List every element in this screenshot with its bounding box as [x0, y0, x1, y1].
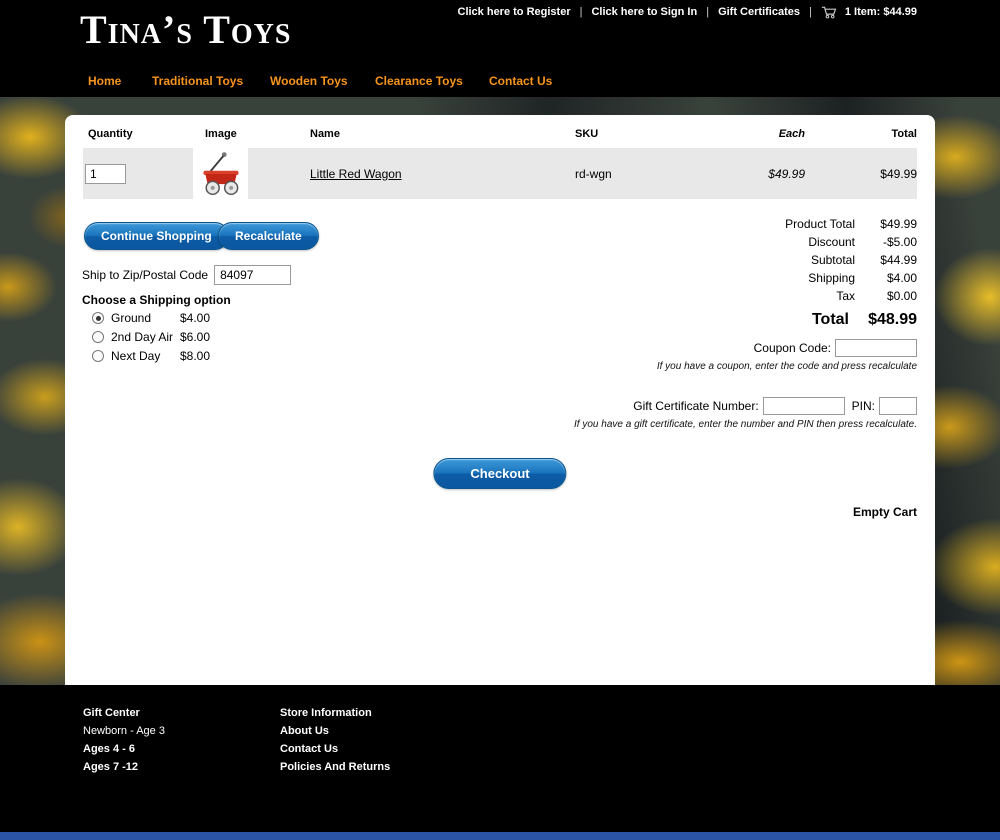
gift-certificate-note: If you have a gift certificate, enter th…	[574, 419, 917, 430]
order-totals: Product Total$49.99 Discount-$5.00 Subto…	[707, 215, 917, 331]
product-name-link[interactable]: Little Red Wagon	[310, 167, 402, 181]
store-logo[interactable]: Tina’s Toys	[80, 10, 291, 50]
red-wagon-image	[195, 150, 247, 198]
separator: |	[706, 6, 709, 18]
cart-table-header: Quantity Image Name SKU Each Total	[83, 128, 917, 146]
shipping-option-2nd-day-air: 2nd Day Air $6.00	[92, 330, 173, 344]
cart-panel: Quantity Image Name SKU Each Total	[65, 115, 935, 685]
gift-certificate-input[interactable]	[763, 397, 845, 415]
shipping-option-label: 2nd Day Air	[111, 330, 173, 344]
grand-total-label: Total	[812, 311, 849, 329]
recalculate-button[interactable]: Recalculate	[218, 222, 319, 250]
col-header-sku: SKU	[575, 128, 598, 140]
checkout-button[interactable]: Checkout	[433, 458, 566, 489]
site-footer: Gift Center Newborn - Age 3 Ages 4 - 6 A…	[0, 685, 1000, 832]
total-row-value: $49.99	[855, 217, 917, 231]
footer-gift-center-column: Gift Center Newborn - Age 3 Ages 4 - 6 A…	[83, 707, 165, 779]
cart-table: Quantity Image Name SKU Each Total	[83, 128, 917, 199]
footer-link-policies-returns[interactable]: Policies And Returns	[280, 761, 390, 779]
quantity-input[interactable]	[85, 164, 126, 184]
total-row-label: Tax	[836, 289, 855, 303]
grand-total-value: $48.99	[849, 311, 917, 329]
shipping-options-title: Choose a Shipping option	[82, 293, 231, 307]
shipping-option-price: $4.00	[180, 311, 210, 325]
utility-links: Click here to Register | Click here to S…	[458, 5, 918, 19]
product-each-price: $49.99	[768, 148, 805, 199]
pin-label: PIN:	[852, 399, 875, 413]
footer-column-title: Gift Center	[83, 707, 165, 725]
product-thumbnail[interactable]	[193, 148, 248, 199]
footer-link-ages-7-12[interactable]: Ages 7 -12	[83, 761, 165, 779]
coupon-input[interactable]	[835, 339, 917, 357]
shipping-option-price: $8.00	[180, 349, 210, 363]
shipping-option-label: Next Day	[111, 349, 160, 363]
product-sku: rd-wgn	[575, 148, 612, 199]
col-header-image: Image	[205, 128, 237, 140]
cart-icon	[821, 5, 838, 19]
total-row-value: $44.99	[855, 253, 917, 267]
shipping-option-ground: Ground $4.00	[92, 311, 151, 325]
shipping-option-price: $6.00	[180, 330, 210, 344]
total-row-label: Discount	[808, 235, 855, 249]
total-row-label: Product Total	[785, 217, 855, 231]
shipping-radio-2nd-day-air[interactable]	[92, 331, 104, 343]
footer-link-contact-us[interactable]: Contact Us	[280, 743, 390, 761]
separator: |	[809, 6, 812, 18]
shipping-option-next-day: Next Day $8.00	[92, 349, 160, 363]
cart-summary-text: 1 Item: $44.99	[845, 6, 917, 18]
col-header-each: Each	[779, 128, 805, 140]
pin-input[interactable]	[879, 397, 917, 415]
product-total-price: $49.99	[880, 148, 917, 199]
total-row-value: $0.00	[855, 289, 917, 303]
nav-clearance-toys[interactable]: Clearance Toys	[375, 74, 489, 88]
gift-certificates-link[interactable]: Gift Certificates	[718, 6, 800, 18]
shipping-radio-ground[interactable]	[92, 312, 104, 324]
total-row-value: $4.00	[855, 271, 917, 285]
cart-summary[interactable]: 1 Item: $44.99	[821, 5, 917, 19]
coupon-note: If you have a coupon, enter the code and…	[657, 361, 917, 372]
continue-shopping-button[interactable]: Continue Shopping	[84, 222, 229, 250]
col-header-total: Total	[892, 128, 917, 140]
nav-traditional-toys[interactable]: Traditional Toys	[152, 74, 270, 88]
sign-in-link[interactable]: Click here to Sign In	[591, 6, 697, 18]
col-header-name: Name	[310, 128, 340, 140]
footer-link-about-us[interactable]: About Us	[280, 725, 390, 743]
total-row-value: -$5.00	[855, 235, 917, 249]
footer-store-info-column: Store Information About Us Contact Us Po…	[280, 707, 390, 779]
register-link[interactable]: Click here to Register	[458, 6, 571, 18]
nav-contact-us[interactable]: Contact Us	[489, 74, 552, 88]
bottom-accent-bar	[0, 832, 1000, 840]
col-header-quantity: Quantity	[88, 128, 133, 140]
footer-link-ages-4-6[interactable]: Ages 4 - 6	[83, 743, 165, 761]
main-nav: Home Traditional Toys Wooden Toys Cleara…	[88, 74, 552, 88]
cart-item-row: Little Red Wagon rd-wgn $49.99 $49.99	[83, 148, 917, 199]
shipping-radio-next-day[interactable]	[92, 350, 104, 362]
site-header: Click here to Register | Click here to S…	[0, 0, 1000, 97]
total-row-label: Subtotal	[811, 253, 855, 267]
total-row-label: Shipping	[808, 271, 855, 285]
coupon-label: Coupon Code:	[754, 341, 831, 355]
separator: |	[580, 6, 583, 18]
nav-home[interactable]: Home	[88, 74, 152, 88]
footer-column-title: Store Information	[280, 707, 390, 725]
zip-input[interactable]	[214, 265, 291, 285]
zip-label: Ship to Zip/Postal Code	[82, 268, 208, 282]
footer-link-newborn-age-3[interactable]: Newborn - Age 3	[83, 725, 165, 743]
shipping-option-label: Ground	[111, 311, 151, 325]
empty-cart-link[interactable]: Empty Cart	[853, 505, 917, 519]
gift-certificate-label: Gift Certificate Number:	[633, 399, 758, 413]
nav-wooden-toys[interactable]: Wooden Toys	[270, 74, 375, 88]
